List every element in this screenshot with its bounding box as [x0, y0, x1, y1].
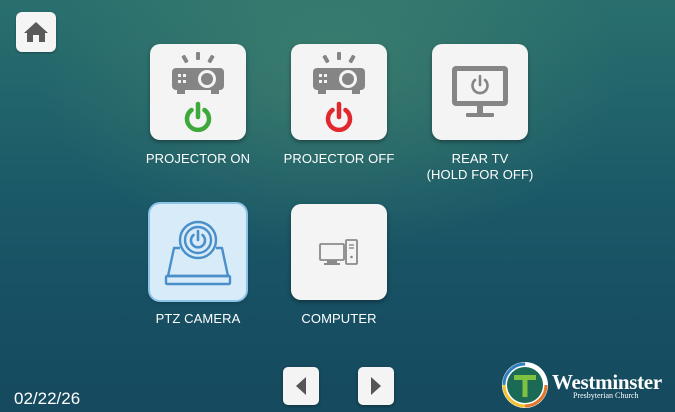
- church-logo: Westminster Presbyterian Church: [500, 358, 675, 412]
- logo-subtitle: Presbyterian Church: [573, 391, 639, 400]
- projector-off-button[interactable]: [291, 44, 387, 140]
- rear-tv-button[interactable]: [432, 44, 528, 140]
- projector-on-button[interactable]: [150, 44, 246, 140]
- rear-tv-label-line1: REAR TV: [451, 151, 509, 166]
- home-icon: [24, 22, 48, 42]
- computer-label: COMPUTER: [301, 311, 377, 326]
- triangle-right-icon: [371, 377, 381, 395]
- computer-button[interactable]: [291, 204, 387, 300]
- previous-page-button[interactable]: [283, 367, 319, 405]
- date-display: 02/22/26: [14, 389, 81, 408]
- projector-power-icon: [172, 52, 224, 133]
- tv-power-icon: [452, 66, 508, 117]
- home-button[interactable]: [16, 12, 56, 52]
- rear-tv-label-line2: (HOLD FOR OFF): [426, 167, 534, 182]
- rear-tv-label: REAR TV (HOLD FOR OFF): [410, 151, 550, 183]
- computer-icon: [319, 239, 358, 265]
- projector-power-icon: [313, 52, 365, 133]
- triangle-left-icon: [296, 377, 306, 395]
- ptz-camera-button[interactable]: [150, 204, 246, 300]
- next-page-button[interactable]: [358, 367, 394, 405]
- projector-off-label: PROJECTOR OFF: [283, 151, 395, 166]
- ptz-camera-icon: [164, 220, 232, 286]
- church-emblem-icon: [502, 362, 548, 408]
- ptz-camera-label: PTZ CAMERA: [155, 311, 241, 326]
- projector-on-label: PROJECTOR ON: [145, 151, 251, 166]
